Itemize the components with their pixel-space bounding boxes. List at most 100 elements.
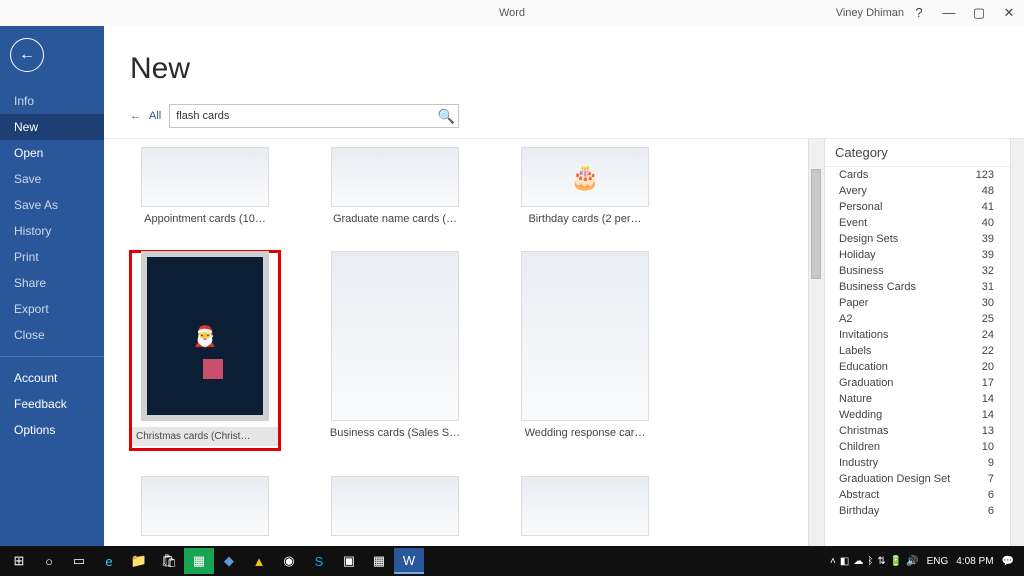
category-row[interactable]: Industry9 bbox=[825, 455, 1010, 471]
edge-icon[interactable]: e bbox=[94, 548, 124, 574]
category-name: Business Cards bbox=[839, 281, 916, 293]
template-label: Appointment cards (10… bbox=[130, 213, 280, 225]
sidebar-item-account[interactable]: Account bbox=[0, 365, 104, 391]
category-row[interactable]: Abstract6 bbox=[825, 487, 1010, 503]
chrome-icon[interactable]: ◉ bbox=[274, 548, 304, 574]
category-row[interactable]: A225 bbox=[825, 311, 1010, 327]
category-count: 13 bbox=[982, 425, 994, 437]
category-row[interactable]: Birthday6 bbox=[825, 503, 1010, 519]
category-count: 30 bbox=[982, 297, 994, 309]
sidebar-item-close: Close bbox=[0, 322, 104, 348]
sidebar-item-options[interactable]: Options bbox=[0, 417, 104, 443]
store-icon[interactable]: 🛍 bbox=[154, 548, 184, 574]
category-row[interactable]: Business32 bbox=[825, 263, 1010, 279]
start-button[interactable]: ⊞ bbox=[4, 548, 34, 574]
category-name: Avery bbox=[839, 185, 867, 197]
template-card[interactable]: Birthday cards (2 per… bbox=[510, 147, 660, 225]
app-icon[interactable]: ▦ bbox=[364, 548, 394, 574]
template-card[interactable]: Appointment cards (10… bbox=[130, 147, 280, 225]
category-row[interactable]: Education20 bbox=[825, 359, 1010, 375]
app-icon[interactable]: ▣ bbox=[334, 548, 364, 574]
volume-icon[interactable]: 🔊 bbox=[906, 556, 918, 567]
tray-icon[interactable]: ◧ bbox=[840, 556, 849, 567]
category-row[interactable]: Event40 bbox=[825, 215, 1010, 231]
category-row[interactable]: Personal41 bbox=[825, 199, 1010, 215]
sidebar-item-new[interactable]: New bbox=[0, 114, 104, 140]
template-card[interactable]: Business cards (Sales S… bbox=[320, 251, 470, 450]
template-card[interactable]: Graduate name cards (… bbox=[320, 147, 470, 225]
skype-icon[interactable]: S bbox=[304, 548, 334, 574]
template-card[interactable] bbox=[510, 476, 660, 536]
word-taskbar-icon[interactable]: W bbox=[394, 548, 424, 574]
category-row[interactable]: Nature14 bbox=[825, 391, 1010, 407]
category-row[interactable]: Design Sets39 bbox=[825, 231, 1010, 247]
category-row[interactable]: Christmas13 bbox=[825, 423, 1010, 439]
category-row[interactable]: Business Cards31 bbox=[825, 279, 1010, 295]
category-row[interactable]: Children10 bbox=[825, 439, 1010, 455]
clock[interactable]: 4:08 PM bbox=[956, 556, 993, 567]
category-name: A2 bbox=[839, 313, 852, 325]
notifications-icon[interactable]: 💬 bbox=[1002, 556, 1014, 567]
category-row[interactable]: Graduation Design Set7 bbox=[825, 471, 1010, 487]
template-card[interactable]: Wedding response car… bbox=[510, 251, 660, 450]
breadcrumb-back-icon[interactable]: ← bbox=[130, 110, 141, 122]
template-gallery: Appointment cards (10… Graduate name card… bbox=[104, 139, 808, 546]
app-icon[interactable]: ◆ bbox=[214, 548, 244, 574]
sidebar-item-history: History bbox=[0, 218, 104, 244]
gallery-scrollbar[interactable] bbox=[808, 139, 824, 546]
template-label: Graduate name cards (… bbox=[320, 213, 470, 225]
sidebar-item-open[interactable]: Open bbox=[0, 140, 104, 166]
category-row[interactable]: Invitations24 bbox=[825, 327, 1010, 343]
system-tray: ˄ ◧ ☁ ᛒ ⇅ 🔋 🔊 ENG 4:08 PM 💬 bbox=[830, 556, 1020, 567]
tray-chevron-icon[interactable]: ˄ bbox=[830, 556, 836, 567]
category-name: Children bbox=[839, 441, 880, 453]
explorer-icon[interactable]: 📁 bbox=[124, 548, 154, 574]
app-icon[interactable]: ▲ bbox=[244, 548, 274, 574]
category-count: 20 bbox=[982, 361, 994, 373]
scrollbar-handle[interactable] bbox=[811, 169, 821, 279]
template-label: Wedding response car… bbox=[510, 427, 660, 439]
category-row[interactable]: Cards123 bbox=[825, 167, 1010, 183]
language-indicator[interactable]: ENG bbox=[927, 556, 949, 567]
breadcrumb-all[interactable]: All bbox=[149, 110, 161, 122]
sidebar-item-info: Info bbox=[0, 88, 104, 114]
user-name[interactable]: Viney Dhiman bbox=[836, 7, 904, 19]
template-card[interactable] bbox=[130, 476, 280, 536]
cortana-icon[interactable]: ○ bbox=[34, 548, 64, 574]
category-row[interactable]: Labels22 bbox=[825, 343, 1010, 359]
category-name: Event bbox=[839, 217, 867, 229]
template-card[interactable] bbox=[320, 476, 470, 536]
restore-button[interactable]: ▢ bbox=[964, 5, 994, 21]
search-icon[interactable]: 🔍 bbox=[434, 108, 458, 125]
template-card[interactable]: 🎅Christmas cards (Christ… bbox=[130, 251, 280, 450]
bluetooth-icon[interactable]: ᛒ bbox=[867, 556, 873, 567]
close-button[interactable]: ✕ bbox=[994, 5, 1024, 21]
category-name: Birthday bbox=[839, 505, 879, 517]
search-input[interactable] bbox=[170, 110, 434, 122]
sidebar-item-save: Save bbox=[0, 166, 104, 192]
category-name: Graduation bbox=[839, 377, 893, 389]
category-name: Labels bbox=[839, 345, 871, 357]
battery-icon[interactable]: 🔋 bbox=[890, 556, 902, 567]
category-row[interactable]: Holiday39 bbox=[825, 247, 1010, 263]
category-scrollbar[interactable] bbox=[1010, 139, 1024, 546]
back-button[interactable]: ← bbox=[10, 38, 44, 72]
category-name: Paper bbox=[839, 297, 868, 309]
category-count: 17 bbox=[982, 377, 994, 389]
sidebar-item-print: Print bbox=[0, 244, 104, 270]
wifi-icon[interactable]: ⇅ bbox=[877, 556, 885, 567]
app-icon[interactable]: ▦ bbox=[184, 548, 214, 574]
minimize-button[interactable]: — bbox=[934, 5, 964, 21]
task-view-icon[interactable]: ▭ bbox=[64, 548, 94, 574]
sidebar-item-feedback[interactable]: Feedback bbox=[0, 391, 104, 417]
category-row[interactable]: Graduation 17 bbox=[825, 375, 1010, 391]
template-label: Business cards (Sales S… bbox=[320, 427, 470, 439]
category-count: 123 bbox=[976, 169, 994, 181]
category-row[interactable]: Avery48 bbox=[825, 183, 1010, 199]
category-row[interactable]: Wedding14 bbox=[825, 407, 1010, 423]
onedrive-icon[interactable]: ☁ bbox=[853, 556, 863, 567]
category-name: Wedding bbox=[839, 409, 882, 421]
category-name: Invitations bbox=[839, 329, 889, 341]
help-button[interactable]: ? bbox=[904, 5, 934, 21]
category-row[interactable]: Paper 30 bbox=[825, 295, 1010, 311]
